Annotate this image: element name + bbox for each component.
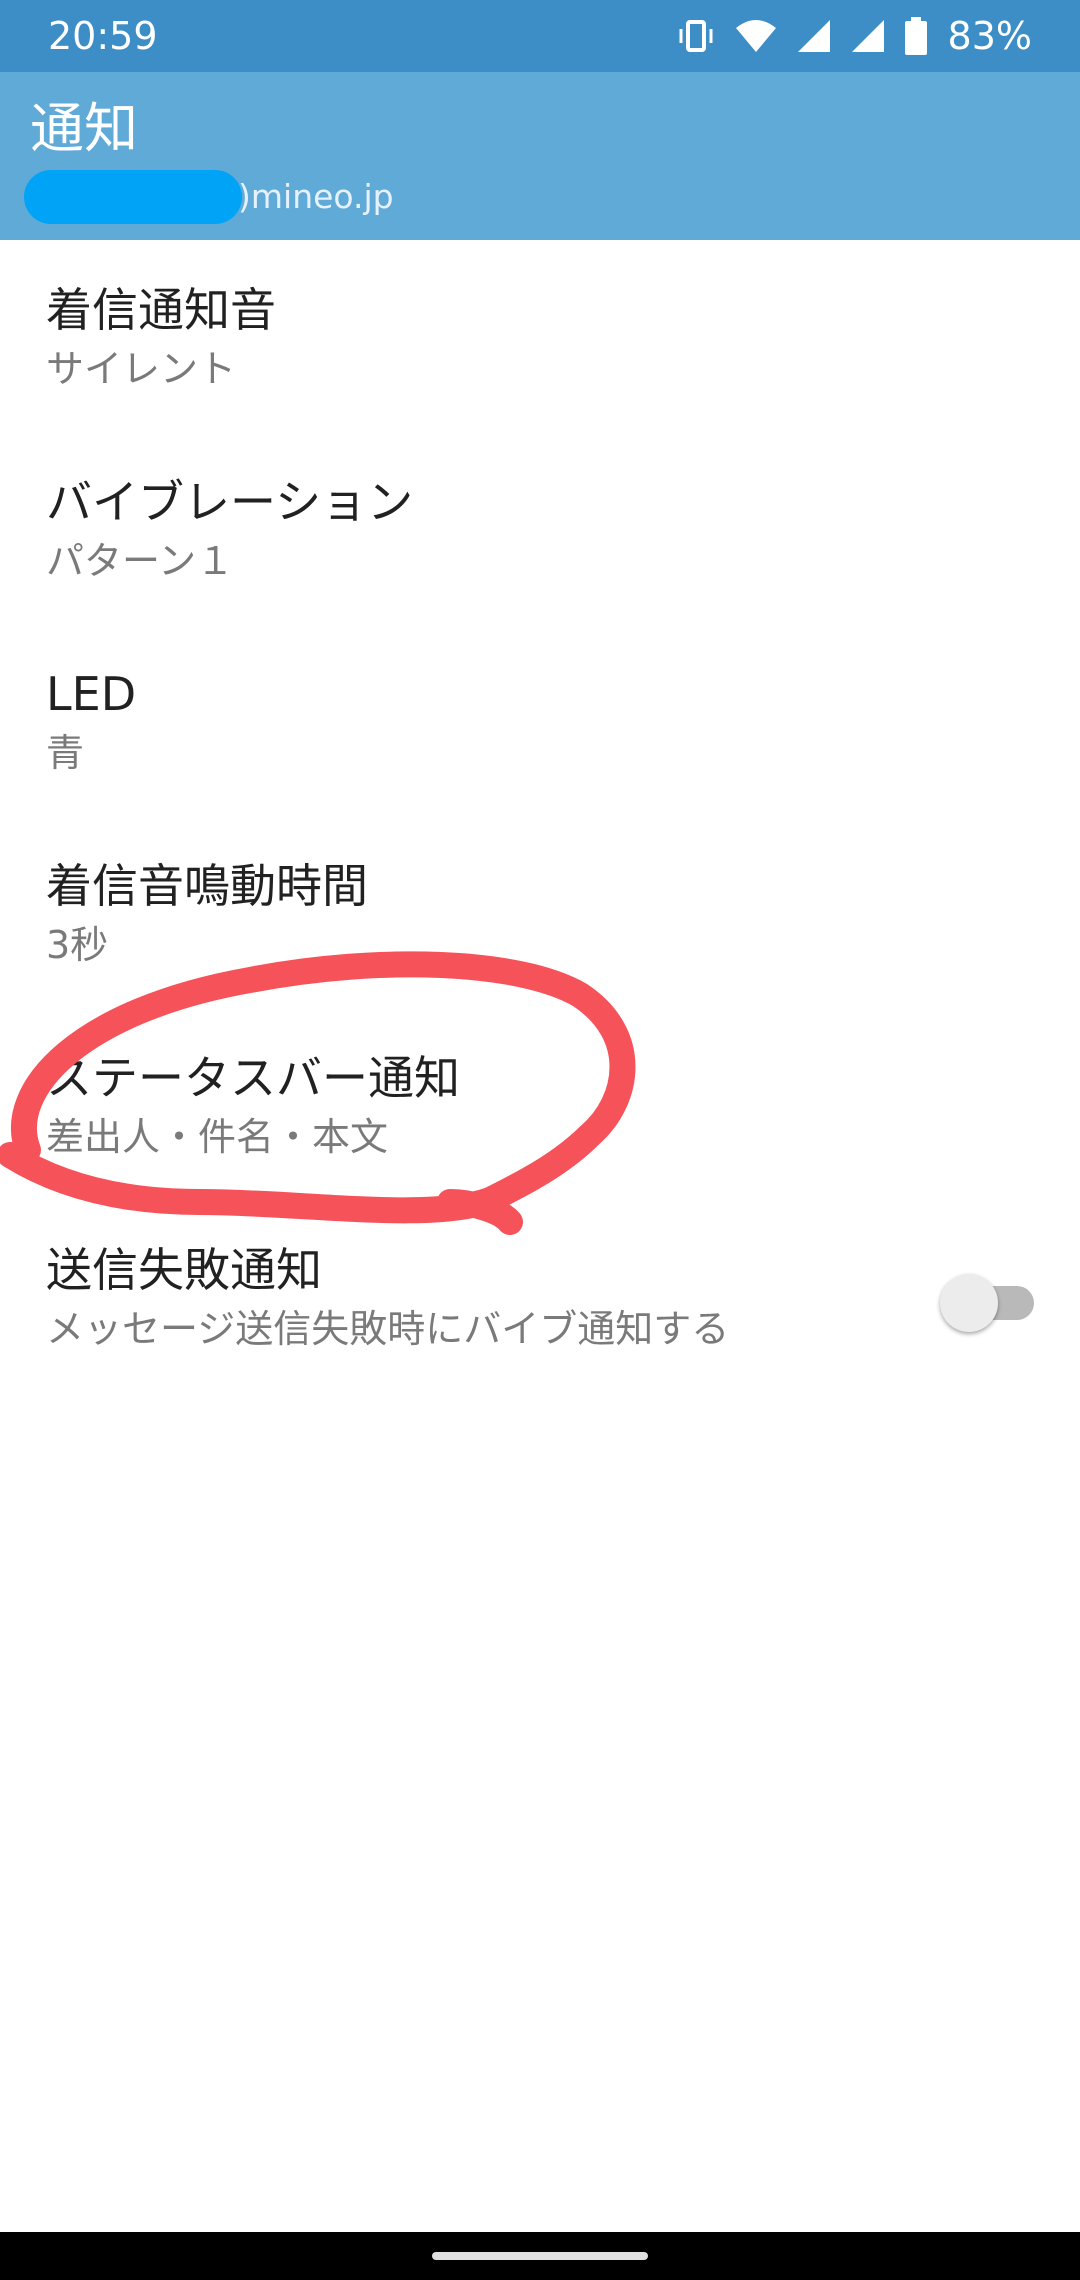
redaction-mark	[24, 170, 242, 224]
battery-icon	[904, 17, 928, 55]
setting-vibration[interactable]: バイブレーション パターン１	[0, 432, 1080, 624]
signal-icon	[850, 18, 886, 54]
status-bar: 20:59 83%	[0, 0, 1080, 72]
setting-title: 着信音鳴動時間	[46, 859, 368, 913]
home-handle[interactable]	[432, 2252, 648, 2260]
account-email-suffix: )mineo.jp	[238, 177, 394, 216]
app-bar: 通知 )mineo.jp	[0, 72, 1080, 240]
wifi-icon	[734, 18, 778, 54]
page-title: 通知	[30, 97, 138, 160]
setting-summary: サイレント	[46, 347, 237, 391]
signal-icon	[796, 18, 832, 54]
status-icons: 83%	[676, 12, 1032, 60]
setting-title: バイブレーション	[46, 475, 414, 529]
send-failure-toggle[interactable]	[940, 1272, 1034, 1332]
toggle-thumb	[940, 1274, 998, 1332]
setting-summary: 青	[46, 731, 85, 775]
setting-ringtone[interactable]: 着信通知音 サイレント	[0, 240, 1080, 432]
setting-summary: メッセージ送信失敗時にバイブ通知する	[46, 1307, 730, 1351]
navigation-bar	[0, 2232, 1080, 2280]
vibrate-icon	[676, 16, 716, 56]
setting-led[interactable]: LED 青	[0, 624, 1080, 816]
account-subtitle: )mineo.jp	[24, 170, 394, 224]
status-time: 20:59	[48, 14, 158, 58]
setting-summary: パターン１	[46, 539, 235, 583]
annotation-circle	[0, 951, 636, 1235]
battery-percent: 83%	[947, 14, 1032, 58]
setting-title: LED	[46, 667, 137, 721]
setting-title: 着信通知音	[46, 283, 276, 337]
